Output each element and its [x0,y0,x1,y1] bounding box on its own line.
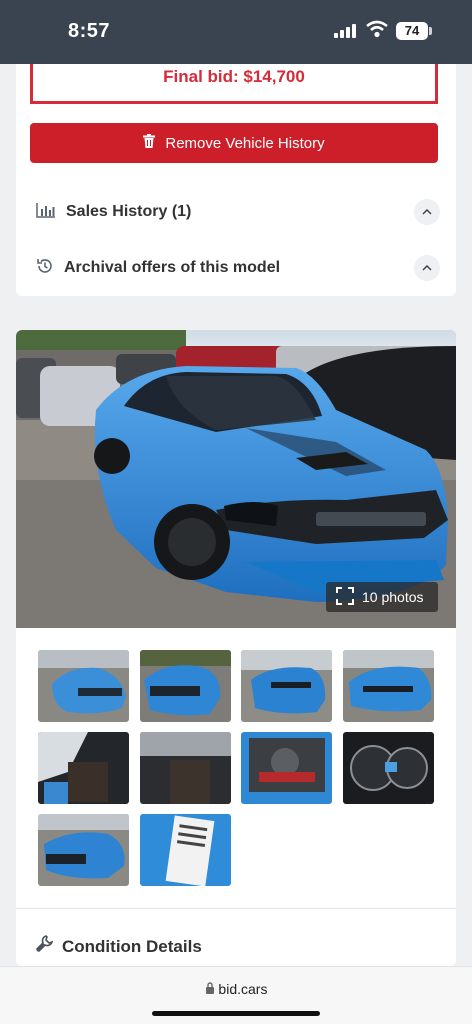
vehicle-thumbnail[interactable] [38,814,129,886]
remove-vehicle-history-button[interactable]: Remove Vehicle History [30,123,438,163]
bar-chart-icon [36,202,56,223]
archival-offers-accordion[interactable]: Archival offers of this model [36,253,440,283]
remove-vehicle-history-label: Remove Vehicle History [165,134,325,152]
cellular-signal-icon [334,24,356,38]
browser-address-bar[interactable]: bid.cars [0,966,472,1024]
vehicle-thumbnail[interactable] [38,732,129,804]
trash-icon [143,134,156,152]
bid-summary-card: Final bid: $14,700 Remove Vehicle Histor… [16,64,456,296]
status-bar: 8:57 74 [0,0,472,64]
section-divider [16,908,456,909]
home-indicator[interactable] [152,1011,320,1016]
chevron-up-icon[interactable] [414,199,440,225]
vehicle-thumbnail[interactable] [140,814,231,886]
photo-gallery-card: 10 photos Condition Details [16,330,456,966]
wifi-icon [366,20,388,43]
vehicle-thumbnail[interactable] [140,650,231,722]
url-field[interactable]: bid.cars [0,981,472,997]
vehicle-thumbnail[interactable] [140,732,231,804]
archival-offers-label: Archival offers of this model [64,259,281,276]
vehicle-thumbnail[interactable] [343,732,434,804]
sales-history-accordion[interactable]: Sales History (1) [36,197,440,227]
condition-details-title: Condition Details [62,936,202,956]
vehicle-thumbnail[interactable] [241,650,332,722]
clock: 8:57 [68,20,111,42]
vehicle-thumbnail[interactable] [343,650,434,722]
final-bid-text: Final bid: $14,700 [163,67,305,86]
photo-count-badge[interactable]: 10 photos [326,582,438,612]
photo-count-label: 10 photos [362,589,424,605]
battery-tip [429,27,432,35]
condition-details-header[interactable]: Condition Details [34,934,202,959]
history-icon [36,257,54,280]
vehicle-thumbnail[interactable] [38,650,129,722]
chevron-up-icon[interactable] [414,255,440,281]
lock-icon [205,981,219,997]
battery-icon: 74 [396,22,428,40]
fullscreen-icon [336,586,354,608]
vehicle-thumbnail[interactable] [241,732,332,804]
sales-history-label: Sales History (1) [66,203,192,220]
wrench-icon [34,934,54,959]
main-vehicle-photo[interactable]: 10 photos [16,330,456,628]
url-text: bid.cars [218,981,268,997]
final-bid-box: Final bid: $14,700 [30,64,438,104]
